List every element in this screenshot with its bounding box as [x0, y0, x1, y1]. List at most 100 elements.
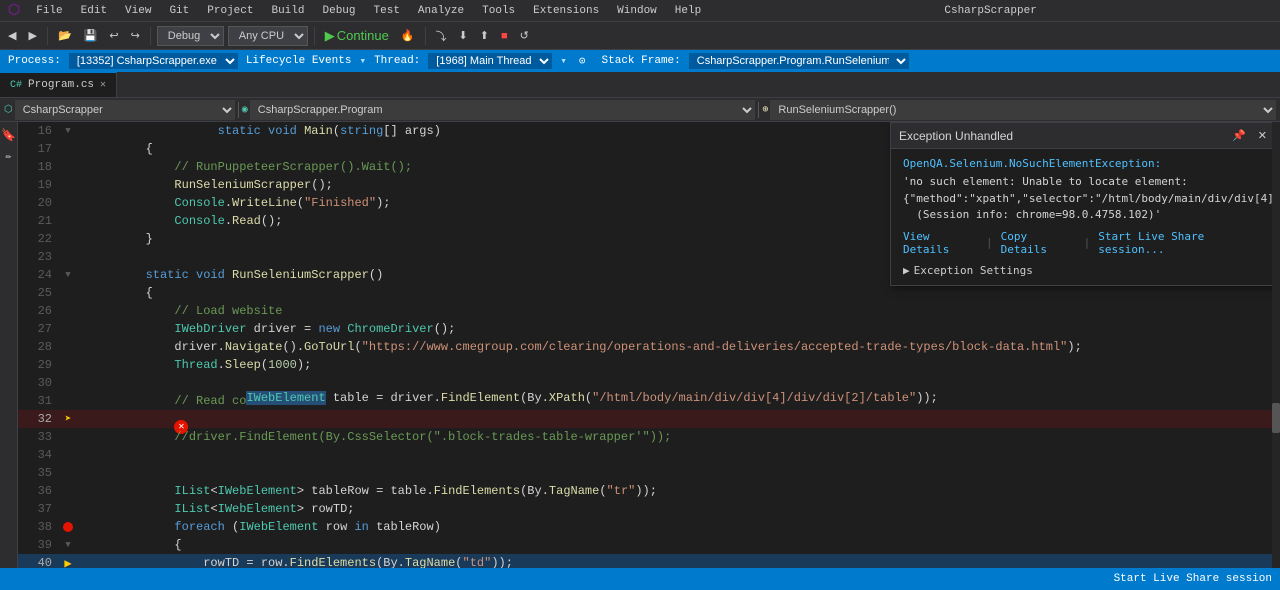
code-line-25: 25 { — [18, 284, 1280, 302]
menu-file[interactable]: File — [28, 3, 70, 19]
menu-bar: File Edit View Git Project Build Debug T… — [28, 3, 709, 19]
nav-bar: ⬡ CsharpScrapper ◉ CsharpScrapper.Progra… — [0, 98, 1280, 122]
continue-button[interactable]: ▶ Continue — [321, 26, 393, 46]
step-over-button[interactable]: ⤵ — [432, 26, 451, 46]
stack-dropdown[interactable]: CsharpScrapper.Program.RunSeleniumScr... — [689, 53, 909, 69]
class-dropdown[interactable]: CsharpScrapper.Program — [250, 100, 756, 120]
debug-config-dropdown[interactable]: Debug — [157, 26, 224, 46]
copy-details-link[interactable]: Copy Details — [1001, 230, 1076, 256]
save-button[interactable]: 💾 — [80, 27, 102, 44]
step-out-button[interactable]: ⬆ — [476, 27, 493, 44]
code-line-32: 32 ➤ IWebElement table = driver.FindElem… — [18, 410, 1280, 428]
exception-links: View Details | Copy Details | Start Live… — [903, 230, 1267, 256]
pin-exception-button[interactable]: 📌 — [1228, 127, 1250, 144]
thread-dropdown[interactable]: [1968] Main Thread — [428, 53, 552, 69]
line-num-39: 39 — [18, 538, 60, 552]
line-content-38: foreach (IWebElement row in tableRow) — [84, 520, 1280, 534]
menu-analyze[interactable]: Analyze — [410, 3, 472, 19]
view-details-link[interactable]: View Details — [903, 230, 978, 256]
separator-2 — [150, 27, 151, 45]
code-line-29: 29 Thread.Sleep(1000); — [18, 356, 1280, 374]
close-exception-button[interactable]: ✕ — [1254, 127, 1271, 144]
step-into-button[interactable]: ⬇ — [455, 27, 472, 44]
process-label: Process: — [8, 55, 61, 67]
menu-project[interactable]: Project — [199, 3, 261, 19]
exception-body: OpenQA.Selenium.NoSuchElementException: … — [891, 149, 1279, 285]
line-num-29: 29 — [18, 358, 60, 372]
code-editor[interactable]: 16 ▼ static void Main(string[] args) 17 … — [18, 122, 1280, 590]
dropdown-arrow-lifecycle: ▾ — [359, 54, 366, 68]
tab-program-cs[interactable]: C# Program.cs ✕ — [0, 72, 117, 97]
menu-build[interactable]: Build — [263, 3, 312, 19]
nav-icon-middle: ◉ — [242, 104, 248, 116]
menu-git[interactable]: Git — [161, 3, 197, 19]
line-num-25: 25 — [18, 286, 60, 300]
live-share-link[interactable]: Start Live Share session... — [1098, 230, 1267, 256]
line-num-33: 33 — [18, 430, 60, 444]
stop-button[interactable]: ■ — [497, 28, 512, 44]
code-line-35: 35 — [18, 464, 1280, 482]
restart-button[interactable]: ↺ — [516, 27, 533, 44]
menu-window[interactable]: Window — [609, 3, 665, 19]
scrollbar[interactable] — [1272, 122, 1280, 590]
exception-settings-label: Exception Settings — [914, 264, 1033, 277]
gutter-16: ▼ — [60, 126, 76, 136]
menu-debug[interactable]: Debug — [315, 3, 364, 19]
code-line-37: 37 IList<IWebElement> rowTD; — [18, 500, 1280, 518]
forward-button[interactable]: ▶ — [24, 27, 40, 44]
menu-help[interactable]: Help — [667, 3, 709, 19]
hot-reload-button[interactable]: 🔥 — [397, 27, 419, 44]
chevron-right-icon: ▶ — [903, 264, 910, 277]
sidebar-pencil-icon[interactable]: ✏ — [3, 149, 13, 165]
code-line-38: 38 foreach (IWebElement row in tableRow) — [18, 518, 1280, 536]
process-dropdown[interactable]: [13352] CsharpScrapper.exe — [69, 53, 238, 69]
redo-button[interactable]: ↪ — [127, 27, 144, 44]
lifecycle-label: Lifecycle Events — [246, 55, 352, 67]
menu-view[interactable]: View — [117, 3, 159, 19]
tab-close-button[interactable]: ✕ — [100, 79, 106, 91]
nav-icon-left: ⬡ — [4, 104, 13, 116]
line-content-36: IList<IWebElement> tableRow = table.Find… — [84, 484, 1280, 498]
line-num-21: 21 — [18, 214, 60, 228]
menu-extensions[interactable]: Extensions — [525, 3, 607, 19]
line-content-26: // Load website — [84, 304, 1280, 318]
cs-file-icon: C# — [10, 80, 22, 91]
scrollbar-thumb[interactable] — [1272, 403, 1280, 433]
open-file-button[interactable]: 📂 — [54, 27, 76, 44]
line-content-33: //driver.FindElement(By.CssSelector(".bl… — [84, 430, 1280, 444]
line-content-39: { — [84, 538, 1280, 552]
undo-button[interactable]: ↩ — [105, 27, 122, 44]
breakpoint-38[interactable] — [63, 522, 73, 532]
sidebar-bookmark-icon[interactable]: 🔖 — [0, 126, 18, 145]
line-content-37: IList<IWebElement> rowTD; — [84, 502, 1280, 516]
code-line-26: 26 // Load website — [18, 302, 1280, 320]
exception-settings[interactable]: ▶ Exception Settings — [903, 264, 1267, 277]
line-num-27: 27 — [18, 322, 60, 336]
line-num-26: 26 — [18, 304, 60, 318]
menu-edit[interactable]: Edit — [73, 3, 115, 19]
collapse-39[interactable]: ▼ — [65, 540, 70, 550]
process-bar: Process: [13352] CsharpScrapper.exe Life… — [0, 50, 1280, 72]
main-content: 🔖 ✏ 16 ▼ static void Main(string[] args)… — [0, 122, 1280, 590]
collapse-24[interactable]: ▼ — [65, 270, 70, 280]
code-line-28: 28 driver.Navigate().GoToUrl("https://ww… — [18, 338, 1280, 356]
menu-tools[interactable]: Tools — [474, 3, 523, 19]
status-bar: Start Live Share session — [0, 568, 1280, 590]
vs-logo: ⬡ — [8, 2, 20, 19]
method-dropdown[interactable]: RunSeleniumScrapper() — [770, 100, 1276, 120]
menu-test[interactable]: Test — [366, 3, 408, 19]
nav-icon-right: ⊕ — [762, 104, 768, 116]
gutter-39: ▼ — [60, 540, 76, 550]
live-share-status[interactable]: Start Live Share session — [1114, 573, 1272, 585]
gutter-32: ➤ — [60, 412, 76, 426]
exception-message: 'no such element: Unable to locate eleme… — [903, 174, 1267, 224]
cpu-config-dropdown[interactable]: Any CPU — [228, 26, 308, 46]
namespace-dropdown[interactable]: CsharpScrapper — [15, 100, 235, 120]
line-num-31: 31 — [18, 394, 60, 408]
back-button[interactable]: ◀ — [4, 27, 20, 44]
line-num-36: 36 — [18, 484, 60, 498]
code-line-34: 34 — [18, 446, 1280, 464]
line-content-28: driver.Navigate().GoToUrl("https://www.c… — [84, 340, 1280, 354]
separator-4 — [425, 27, 426, 45]
collapse-16[interactable]: ▼ — [65, 126, 70, 136]
